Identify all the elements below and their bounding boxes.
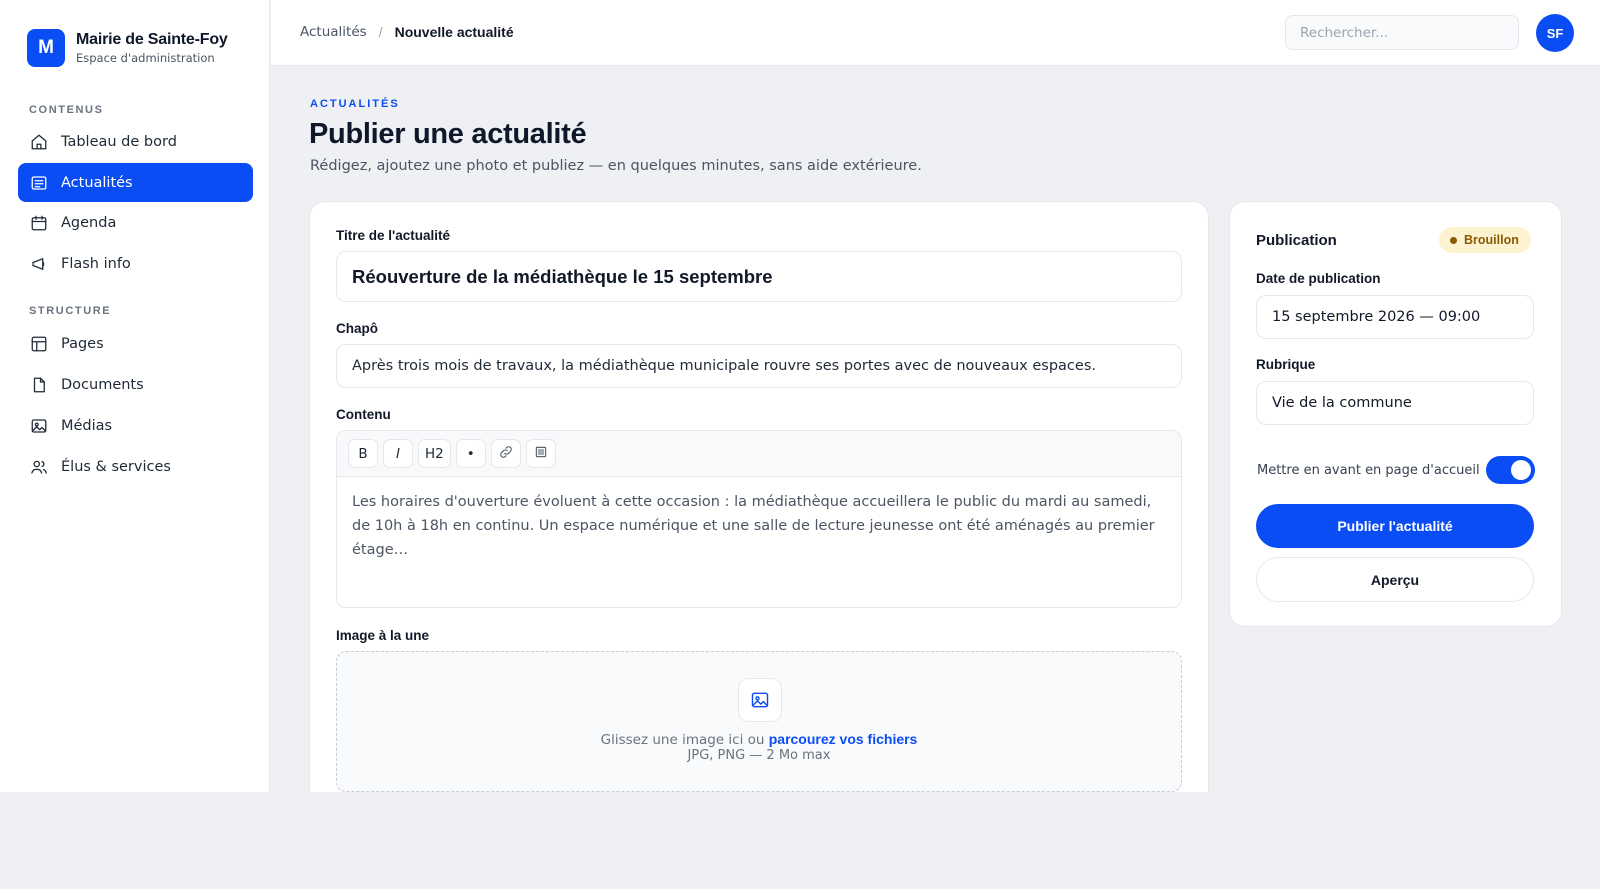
link-icon	[498, 444, 514, 464]
image-field-label: Image à la une	[336, 628, 430, 643]
sidebar-item-label: Élus & services	[61, 458, 171, 475]
sidebar-item-medias[interactable]: Médias	[18, 406, 253, 445]
publication-title: Publication	[1256, 232, 1337, 249]
sidebar-item-actualites[interactable]: Actualités	[18, 163, 253, 202]
sidebar-item-elus-services[interactable]: Élus & services	[18, 447, 253, 486]
rubrique-field-label: Rubrique	[1256, 357, 1316, 372]
page-subtitle: Rédigez, ajoutez une photo et publiez — …	[310, 158, 922, 174]
section-label-contenus: CONTENUS	[29, 104, 104, 116]
page-eyebrow: ACTUALITÉS	[310, 98, 400, 110]
image-dropzone[interactable]: Glissez une image ici ou parcourez vos f…	[336, 651, 1182, 792]
editor-toolbar: B I H2 •	[337, 431, 1181, 477]
content-field-label: Contenu	[336, 407, 391, 422]
homepage-feature-label: Mettre en avant en page d'accueil	[1257, 463, 1480, 478]
date-field-label: Date de publication	[1256, 271, 1381, 286]
dropzone-hint: JPG, PNG — 2 Mo max	[687, 748, 831, 763]
brand-subtitle: Espace d'administration	[76, 51, 215, 65]
toggle-knob	[1511, 460, 1531, 480]
browse-files-link[interactable]: parcourez vos fichiers	[769, 731, 918, 747]
status-badge-label: Brouillon	[1464, 233, 1519, 247]
breadcrumb-actualites-link[interactable]: Actualités	[300, 24, 367, 40]
status-badge: Brouillon	[1439, 227, 1531, 253]
dropzone-text: Glissez une image ici ou parcourez vos f…	[337, 731, 1181, 748]
publish-button[interactable]: Publier l'actualité	[1256, 504, 1534, 548]
dropzone-instructions: Glissez une image ici ou	[600, 732, 769, 748]
top-bar: Actualités / Nouvelle actualité SF	[271, 0, 1600, 66]
breadcrumb-separator: /	[378, 24, 383, 40]
file-icon	[29, 375, 49, 395]
page-footer-area	[0, 792, 1600, 889]
italic-button[interactable]: I	[383, 439, 413, 468]
sidebar-item-label: Documents	[61, 376, 144, 393]
align-icon	[533, 444, 549, 464]
brand-logo: M	[27, 29, 65, 67]
date-field[interactable]: 15 septembre 2026 — 09:00	[1256, 295, 1534, 339]
chapo-field[interactable]: Après trois mois de travaux, la médiathè…	[336, 344, 1182, 388]
megaphone-icon	[29, 254, 49, 274]
rubrique-select[interactable]: Vie de la commune	[1256, 381, 1534, 425]
brand-title: Mairie de Sainte-Foy	[76, 31, 228, 48]
sidebar-item-pages[interactable]: Pages	[18, 324, 253, 363]
breadcrumb-current: Nouvelle actualité	[394, 24, 514, 40]
preview-button[interactable]: Aperçu	[1256, 557, 1534, 602]
breadcrumb: Actualités / Nouvelle actualité	[300, 24, 514, 40]
users-icon	[29, 457, 49, 477]
image-icon	[29, 416, 49, 436]
home-icon	[29, 132, 49, 152]
sidebar-item-label: Pages	[61, 335, 104, 352]
link-button[interactable]	[490, 439, 521, 468]
sidebar-item-documents[interactable]: Documents	[18, 365, 253, 404]
bullet-list-button[interactable]: •	[455, 439, 486, 468]
brand[interactable]: M Mairie de Sainte-Foy Espace d'administ…	[27, 29, 228, 67]
align-button[interactable]	[525, 439, 556, 468]
chapo-field-label: Chapô	[336, 321, 378, 336]
page-title: Publier une actualité	[309, 118, 587, 150]
sidebar-item-label: Tableau de bord	[61, 133, 177, 150]
sidebar-item-label: Agenda	[61, 214, 117, 231]
content-editor: B I H2 • Les horaires d'ouverture évolue…	[336, 430, 1182, 608]
sidebar-item-flash-info[interactable]: Flash info	[18, 244, 253, 283]
title-field-label: Titre de l'actualité	[336, 228, 450, 243]
sidebar-item-agenda[interactable]: Agenda	[18, 203, 253, 242]
newspaper-icon	[29, 173, 49, 193]
sidebar: M Mairie de Sainte-Foy Espace d'administ…	[0, 0, 270, 792]
image-upload-icon	[738, 678, 782, 722]
title-field[interactable]: Réouverture de la médiathèque le 15 sept…	[336, 251, 1182, 302]
user-avatar[interactable]: SF	[1536, 14, 1574, 52]
search-input[interactable]	[1285, 15, 1519, 50]
sidebar-item-label: Actualités	[61, 174, 133, 191]
bold-button[interactable]: B	[348, 439, 378, 468]
content-editor-body[interactable]: Les horaires d'ouverture évoluent à cett…	[337, 477, 1181, 575]
status-dot-icon	[1450, 236, 1457, 244]
homepage-feature-toggle[interactable]	[1486, 456, 1535, 484]
sidebar-item-label: Flash info	[61, 255, 131, 272]
heading-button[interactable]: H2	[418, 439, 451, 468]
layout-icon	[29, 334, 49, 354]
section-label-structure: STRUCTURE	[29, 305, 112, 317]
calendar-icon	[29, 213, 49, 233]
sidebar-item-label: Médias	[61, 417, 113, 434]
sidebar-item-tableau-de-bord[interactable]: Tableau de bord	[18, 122, 253, 161]
